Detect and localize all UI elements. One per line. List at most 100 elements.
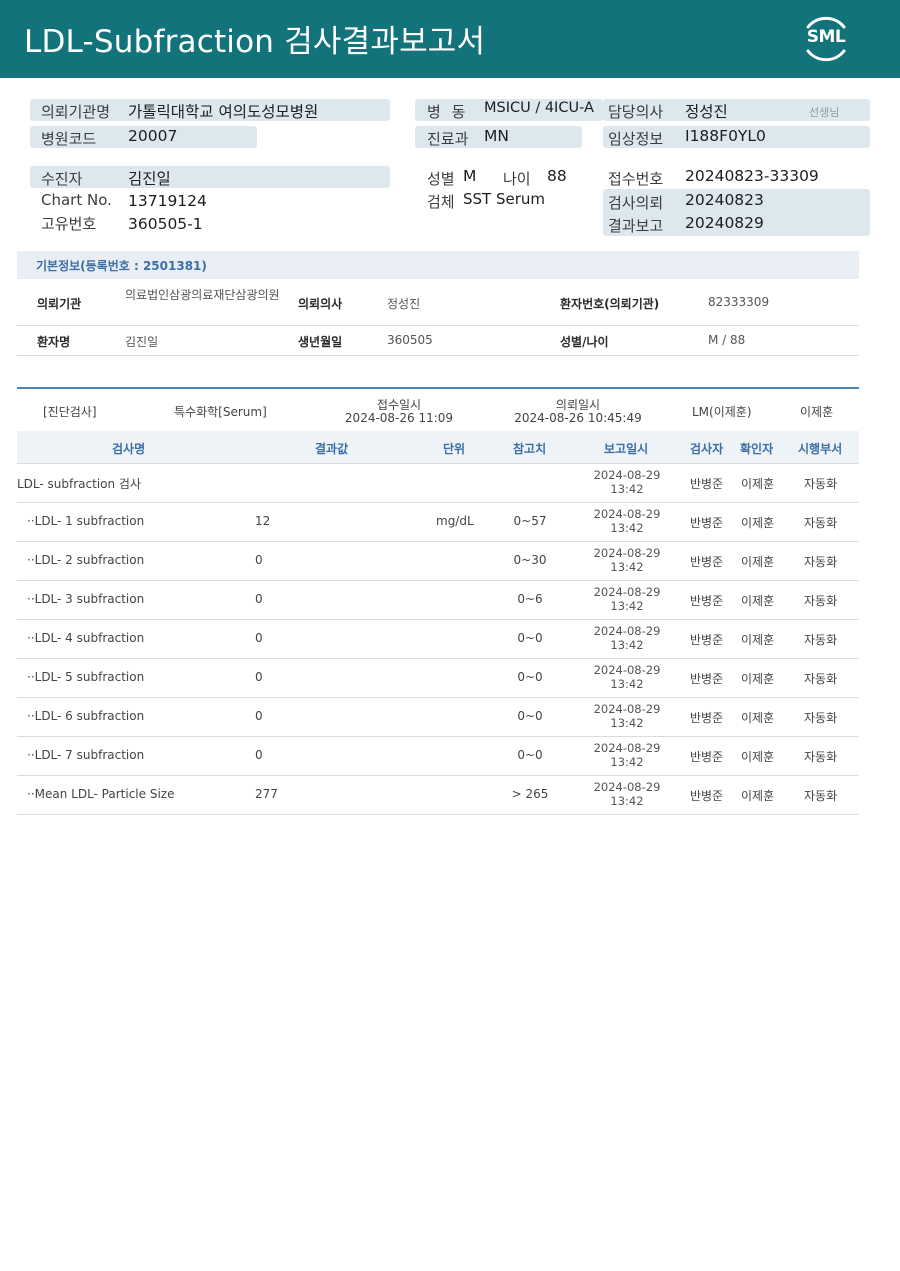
basic-inst-label: 의뢰기관 [37, 297, 82, 311]
dept-label: 진료과 [427, 130, 469, 148]
row-tester: 반병준 [690, 633, 724, 647]
clinical-value: I188F0YL0 [685, 127, 766, 145]
basic-birth-value: 360505 [387, 333, 433, 347]
row-result: 0 [255, 709, 263, 723]
row-reference: > 265 [511, 787, 549, 801]
request-value: 20240823 [685, 191, 764, 209]
row-report-date: 2024-08-29 [593, 624, 661, 638]
row-tester: 반병준 [690, 750, 724, 764]
table-row: ··LDL- 4 subfraction 0 0~0 2024-08-29 13… [17, 620, 859, 659]
row-report-date: 2024-08-29 [593, 546, 661, 560]
basic-req-doctor-label: 의뢰의사 [298, 297, 343, 311]
row-report-time: 13:42 [610, 716, 644, 730]
row-report-date: 2024-08-29 [593, 585, 661, 599]
row-reference: 0~0 [517, 748, 543, 762]
table-row: ··Mean LDL- Particle Size 277 > 265 2024… [17, 776, 859, 815]
patient-value: 김진일 [128, 170, 171, 188]
table-row: ··LDL- 7 subfraction 0 0~0 2024-08-29 13… [17, 737, 859, 776]
row-test-name: ··LDL- 2 subfraction [27, 553, 145, 567]
row-test-name: ··LDL- 1 subfraction [27, 514, 145, 528]
row-result: 277 [255, 787, 278, 801]
patient-pill [30, 166, 390, 188]
row-dept: 자동화 [804, 477, 838, 491]
report-header: LDL-Subfraction 검사결과보고서 SML [0, 0, 900, 78]
sex-value: M [463, 167, 477, 185]
specimen-label: 검체 [427, 193, 455, 211]
basic-name-label: 환자명 [37, 335, 71, 349]
basic-divider-2 [17, 355, 859, 356]
row-dept: 자동화 [804, 555, 838, 569]
basic-patient-no-label: 환자번호(의뢰기관) [560, 297, 660, 311]
doctor-suffix: 선생님 [809, 106, 840, 119]
row-unit: mg/dL [436, 514, 474, 528]
row-report-time: 13:42 [610, 638, 644, 652]
row-dept: 자동화 [804, 672, 838, 686]
row-report-date: 2024-08-29 [593, 663, 661, 677]
col-confirmer: 확인자 [740, 442, 774, 456]
row-tester: 반병준 [690, 477, 724, 491]
row-confirmer: 이제훈 [741, 477, 775, 491]
request-label: 검사의뢰 [608, 194, 664, 212]
col-report-time: 보고일시 [604, 442, 649, 456]
row-test-name: ··LDL- 6 subfraction [27, 709, 145, 723]
unique-value: 360505-1 [128, 215, 203, 233]
row-test-name: ··Mean LDL- Particle Size [27, 787, 175, 801]
basic-info-title: 기본정보(등록번호 : 2501381) [36, 259, 207, 273]
received-value: 2024-08-26 11:09 [344, 411, 454, 425]
test-top-rule [17, 387, 859, 389]
basic-sex-age-value: M / 88 [708, 333, 746, 347]
table-row: ··LDL- 5 subfraction 0 0~0 2024-08-29 13… [17, 659, 859, 698]
row-result: 0 [255, 553, 263, 567]
logo-text: SML [806, 27, 846, 47]
col-unit: 단위 [443, 442, 466, 456]
row-report-time: 13:42 [610, 482, 644, 496]
row-result: 12 [255, 514, 271, 528]
sml-logo: SML [800, 13, 852, 65]
row-test-name: LDL- subfraction 검사 [17, 477, 142, 491]
row-report-date: 2024-08-29 [593, 507, 661, 521]
row-confirmer: 이제훈 [741, 789, 775, 803]
row-report-time: 13:42 [610, 521, 644, 535]
row-report-date: 2024-08-29 [593, 741, 661, 755]
row-tester: 반병준 [690, 516, 724, 530]
requested-value: 2024-08-26 10:45:49 [514, 411, 642, 425]
row-test-name: ··LDL- 4 subfraction [27, 631, 145, 645]
hospital-code-label: 병원코드 [41, 130, 97, 148]
basic-birth-label: 생년월일 [298, 335, 343, 349]
col-result: 결과값 [315, 442, 349, 456]
row-reference: 0~0 [517, 709, 543, 723]
row-dept: 자동화 [804, 594, 838, 608]
row-tester: 반병준 [690, 594, 724, 608]
row-test-name: ··LDL- 3 subfraction [27, 592, 145, 606]
receipt-label: 접수번호 [608, 170, 664, 188]
row-dept: 자동화 [804, 711, 838, 725]
row-report-time: 13:42 [610, 599, 644, 613]
row-tester: 반병준 [690, 555, 724, 569]
row-reference: 0~0 [517, 670, 543, 684]
hospital-code-value: 20007 [128, 127, 178, 145]
clinical-label: 임상정보 [608, 130, 664, 148]
row-confirmer: 이제훈 [741, 672, 775, 686]
row-confirmer: 이제훈 [741, 555, 775, 569]
dept-value: MN [484, 127, 509, 145]
row-report-date: 2024-08-29 [593, 780, 661, 794]
table-row: ··LDL- 6 subfraction 0 0~0 2024-08-29 13… [17, 698, 859, 737]
row-report-date: 2024-08-29 [593, 468, 661, 482]
col-reference: 참고치 [513, 442, 547, 456]
basic-info-header: 기본정보(등록번호 : 2501381) [17, 251, 859, 279]
row-report-time: 13:42 [610, 794, 644, 808]
doctor-label: 담당의사 [608, 103, 664, 121]
chart-label: Chart No. [41, 191, 112, 209]
row-dept: 자동화 [804, 750, 838, 764]
institution-value: 가톨릭대학교 여의도성모병원 [128, 103, 319, 121]
doctor-value: 정성진 [685, 103, 728, 121]
row-test-name: ··LDL- 7 subfraction [27, 748, 145, 762]
row-dept: 자동화 [804, 633, 838, 647]
row-result: 0 [255, 631, 263, 645]
row-reference: 0~6 [517, 592, 543, 606]
receipt-value: 20240823-33309 [685, 167, 819, 185]
test-lm: LM(이제훈) [692, 405, 752, 419]
row-test-name: ··LDL- 5 subfraction [27, 670, 145, 684]
table-row: ··LDL- 3 subfraction 0 0~6 2024-08-29 13… [17, 581, 859, 620]
row-confirmer: 이제훈 [741, 750, 775, 764]
